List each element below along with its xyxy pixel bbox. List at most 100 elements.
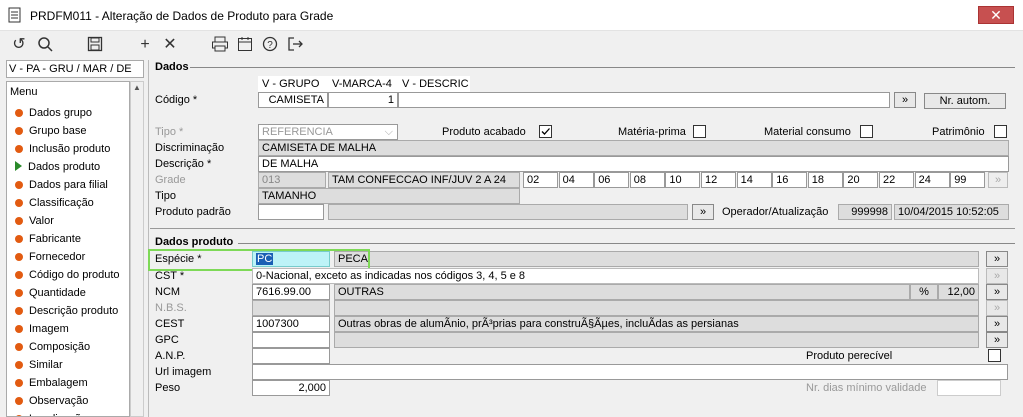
produto-acabado-checkbox[interactable] (539, 125, 552, 138)
especie-lookup-button[interactable]: » (986, 251, 1008, 267)
menu-item[interactable]: Descrição produto (15, 302, 118, 320)
divider (150, 228, 1015, 229)
group-selector[interactable]: V - PA - GRU / MAR / DE (6, 60, 144, 78)
menu-item[interactable]: Dados para filial (15, 176, 108, 194)
grade-size-cell: 02 (523, 172, 558, 188)
materia-prima-checkbox[interactable] (693, 125, 706, 138)
material-consumo-checkbox[interactable] (860, 125, 873, 138)
cest-desc-field: Outras obras de alumÃ­nio, prÃ³prias par… (334, 316, 979, 332)
menu-item-label: Código do produto (29, 269, 120, 281)
menu-item[interactable]: Fabricante (15, 230, 81, 248)
gpc-lookup-button[interactable]: » (986, 332, 1008, 348)
divider (238, 243, 1015, 244)
gpc-code-field[interactable] (252, 332, 330, 348)
menu-item[interactable]: Dados grupo (15, 104, 92, 122)
menu-item[interactable]: Código do produto (15, 266, 120, 284)
chevron-down-icon: ⌵ (384, 126, 393, 138)
save-icon[interactable] (85, 36, 105, 54)
descricao-field[interactable]: DE MALHA (258, 156, 1009, 172)
calendar-icon[interactable] (235, 36, 255, 54)
menu-item[interactable]: Fornecedor (15, 248, 85, 266)
grade-lookup-button[interactable]: » (988, 172, 1008, 188)
menu-item-label: Dados produto (28, 161, 101, 173)
perecivel-label: Produto perecível (806, 350, 893, 362)
menu-item-label: Fabricante (29, 233, 81, 245)
anp-code-field[interactable] (252, 348, 330, 364)
menu-item-label: Quantidade (29, 287, 86, 299)
menu-item[interactable]: Localização (15, 410, 87, 416)
codigo-grupo-field[interactable]: CAMISETA (258, 92, 328, 108)
toolbar: ↺ + ✕ ? (0, 31, 1023, 59)
cst-select[interactable]: 0-Nacional, exceto as indicadas nos códi… (252, 268, 979, 284)
codigo-lookup-button[interactable]: » (894, 92, 916, 108)
ncm-code-field[interactable]: 7616.99.00 (252, 284, 330, 300)
cest-code-field[interactable]: 1007300 (252, 316, 330, 332)
cest-lookup-button[interactable]: » (986, 316, 1008, 332)
peso-field[interactable]: 2,000 (252, 380, 330, 396)
menu-item[interactable]: Grupo base (15, 122, 86, 140)
menu-item[interactable]: Dados produto (15, 158, 100, 176)
bullet-icon (15, 325, 23, 333)
menu-item[interactable]: Composição (15, 338, 90, 356)
section-title-dados: Dados (155, 61, 189, 73)
search-icon[interactable] (35, 36, 55, 54)
menu-item[interactable]: Imagem (15, 320, 69, 338)
add-icon[interactable]: + (135, 36, 155, 54)
ncm-label: NCM (155, 286, 181, 298)
menu-item[interactable]: Classificação (15, 194, 94, 212)
cst-lookup-button[interactable]: » (986, 268, 1008, 284)
produto-acabado-label: Produto acabado (442, 126, 526, 138)
help-icon[interactable]: ? (260, 36, 280, 54)
grade-size-cell: 20 (843, 172, 879, 188)
bullet-icon (15, 307, 23, 315)
grade-size-cell: 22 (879, 172, 914, 188)
bullet-icon (15, 271, 23, 279)
menu-item[interactable]: Valor (15, 212, 54, 230)
menu-item[interactable]: Similar (15, 356, 63, 374)
tipo2-field: TAMANHO (258, 188, 520, 204)
produto-padrao-field[interactable] (258, 204, 324, 220)
menu-item-label: Dados para filial (29, 179, 108, 191)
close-button[interactable]: ✕ (978, 6, 1014, 24)
bullet-icon (15, 379, 23, 387)
bullet-icon (15, 253, 23, 261)
grade-desc-field: TAM CONFECCAO INF/JUV 2 A 24 (328, 172, 520, 188)
url-field[interactable] (252, 364, 1008, 380)
grade-size-cell: 24 (914, 172, 950, 188)
grade-label: Grade (155, 174, 186, 186)
patrimonio-checkbox[interactable] (994, 125, 1007, 138)
delete-icon[interactable]: ✕ (160, 36, 180, 54)
exit-icon[interactable] (285, 36, 305, 54)
menu-item[interactable]: Quantidade (15, 284, 86, 302)
perecivel-checkbox[interactable] (988, 349, 1001, 362)
grade-size-cell: 14 (736, 172, 772, 188)
menu-item-label: Inclusão produto (29, 143, 111, 155)
active-arrow-icon (15, 161, 22, 171)
menu-scrollbar[interactable] (130, 81, 144, 417)
menu-item[interactable]: Inclusão produto (15, 140, 110, 158)
ncm-lookup-button[interactable]: » (986, 284, 1008, 300)
grade-size-cell: 12 (701, 172, 736, 188)
undo-icon[interactable]: ↺ (9, 36, 29, 54)
codigo-marca-field[interactable]: 1 (328, 92, 398, 108)
validade-field[interactable] (937, 380, 1001, 396)
grade-size-cell: 10 (665, 172, 701, 188)
menu-title: Menu (10, 86, 38, 98)
menu-item[interactable]: Embalagem (15, 374, 88, 392)
scroll-up-icon[interactable]: ▲ (132, 83, 142, 93)
ncm-desc-field: OUTRAS (334, 284, 910, 300)
nbs-lookup-button[interactable]: » (986, 300, 1008, 316)
produto-padrao-lookup-button[interactable]: » (692, 204, 714, 220)
gpc-label: GPC (155, 334, 179, 346)
print-icon[interactable] (210, 36, 230, 54)
menu-item[interactable]: Observação (15, 392, 88, 410)
bullet-icon (15, 127, 23, 135)
nr-autom-button[interactable]: Nr. autom. (924, 93, 1006, 109)
discriminacao-field[interactable]: CAMISETA DE MALHA (258, 140, 1009, 156)
descricao-label: Descrição * (155, 158, 212, 170)
menu-item-label: Descrição produto (29, 305, 119, 317)
section-title-dados-produto: Dados produto (155, 236, 234, 248)
tipo-select[interactable]: REFERENCIA ⌵ (258, 124, 398, 140)
nbs-label: N.B.S. (155, 302, 187, 314)
codigo-descric-field[interactable] (398, 92, 890, 108)
